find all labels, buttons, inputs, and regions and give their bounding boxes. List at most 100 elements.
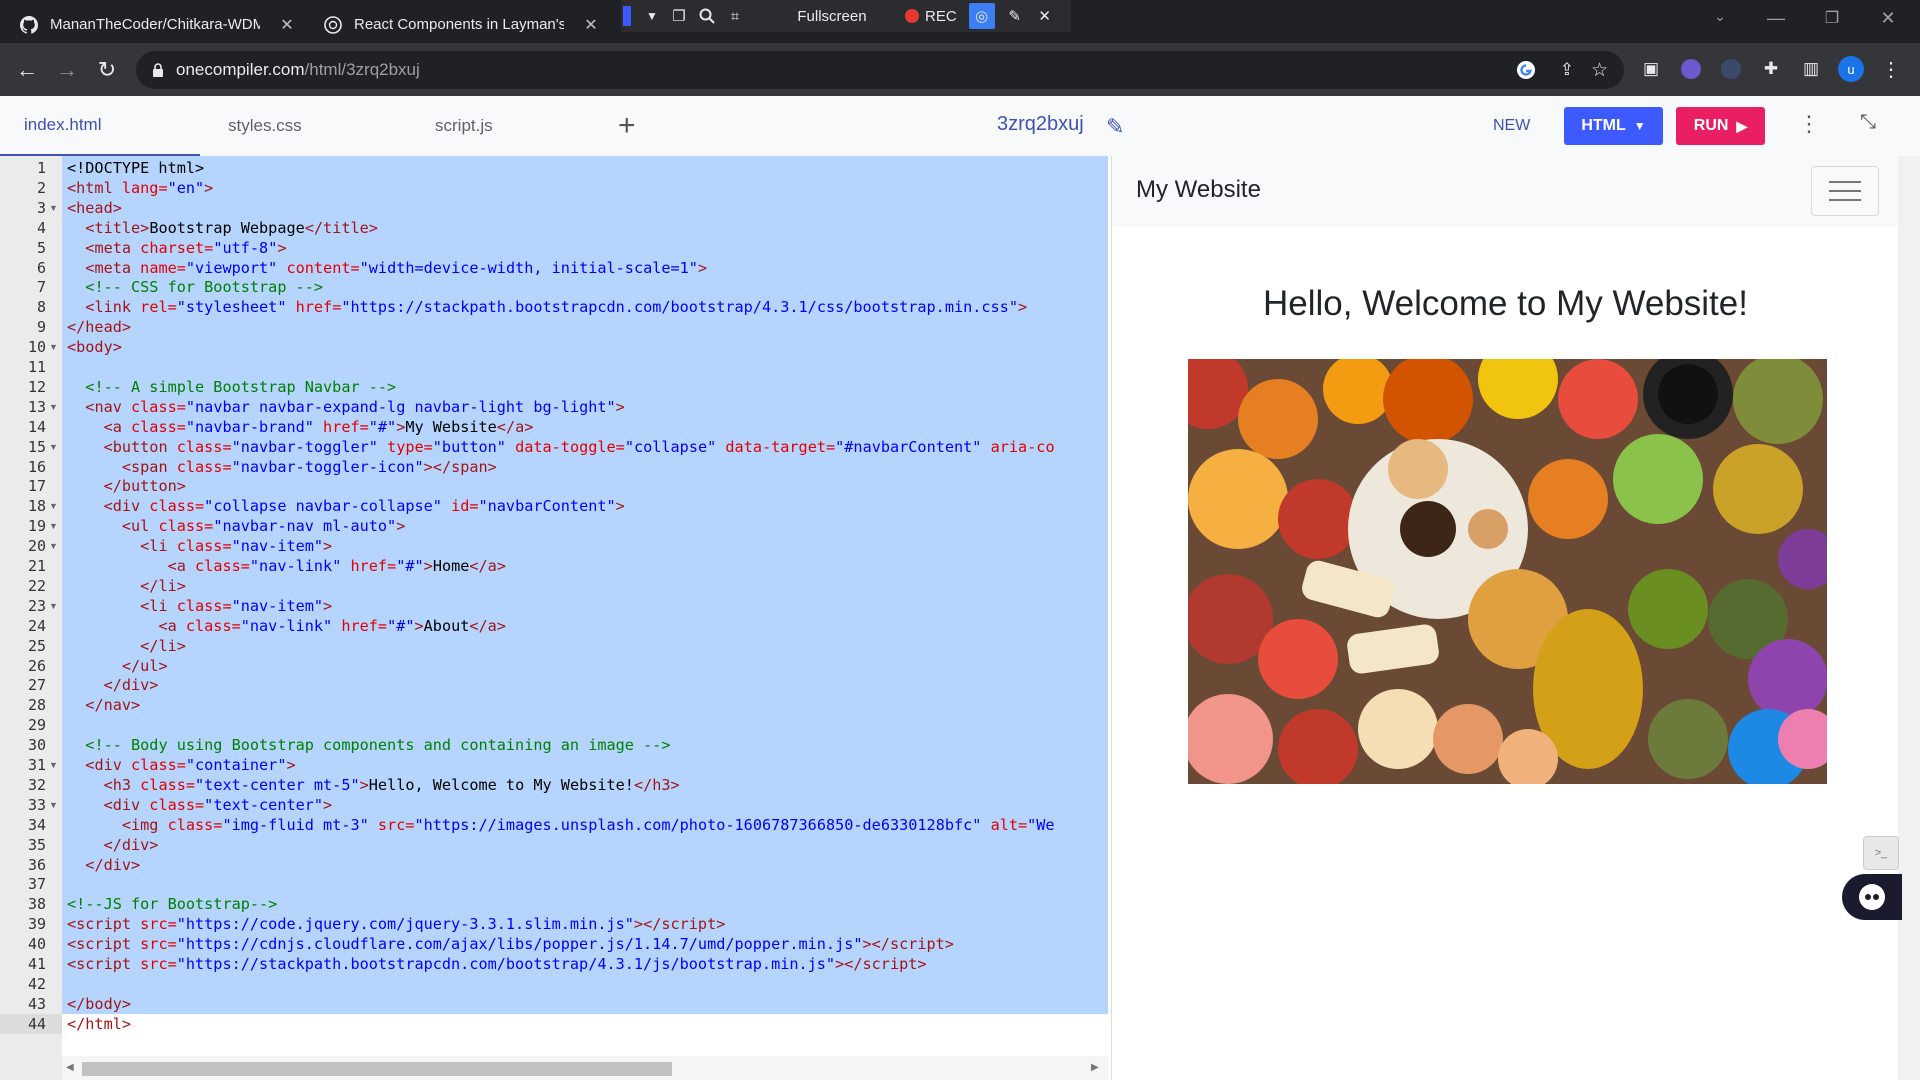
- side-panel-icon[interactable]: ▥: [1798, 56, 1824, 82]
- browser-menu-icon[interactable]: ⋮: [1878, 56, 1904, 82]
- tab-styles-css[interactable]: styles.css: [228, 96, 302, 156]
- play-icon: ▶: [1736, 117, 1748, 134]
- vertical-scrollbar[interactable]: [1898, 156, 1920, 1080]
- scroll-left-icon[interactable]: ◀: [66, 1062, 74, 1073]
- profile-avatar[interactable]: u: [1838, 56, 1864, 82]
- reload-icon[interactable]: ↻: [92, 55, 122, 85]
- fold-arrow-icon[interactable]: ▼: [49, 198, 59, 218]
- line-number: 18: [27, 497, 46, 516]
- line-number: 29: [27, 716, 46, 735]
- line-number: 19: [27, 517, 46, 536]
- capture-tab-sliver: [623, 6, 631, 26]
- record-button[interactable]: REC: [925, 8, 957, 25]
- line-number-gutter: 1 2 3 ▼ 4 5 6 7 8 9 10 ▼ 11 12 13 ▼ 14 15 ▼ 16 17 18 ▼ 19 ▼ 20 ▼ 21…: [0, 156, 62, 1080]
- code-line: <title>Bootstrap Webpage</title>: [85, 218, 378, 237]
- cast-icon[interactable]: ▣: [1638, 56, 1664, 82]
- more-options-icon[interactable]: ⋮: [1798, 111, 1820, 137]
- window-icon[interactable]: ❐: [665, 7, 693, 25]
- fold-arrow-icon[interactable]: ▼: [49, 337, 59, 357]
- close-tab-icon[interactable]: ✕: [582, 15, 600, 35]
- camera-icon[interactable]: ◎: [968, 3, 995, 29]
- fold-arrow-icon[interactable]: ▼: [49, 437, 59, 457]
- code-editor[interactable]: 1 2 3 ▼ 4 5 6 7 8 9 10 ▼ 11 12 13 ▼ 14 15 ▼ 16 17 18 ▼ 19 ▼ 20 ▼ 21…: [0, 156, 1108, 1080]
- new-button[interactable]: NEW: [1493, 117, 1530, 135]
- editor-header: index.html styles.css script.js + 3zrq2b…: [0, 96, 1920, 156]
- fullscreen-button[interactable]: Fullscreen: [777, 8, 887, 25]
- extension-k-icon[interactable]: [1718, 56, 1744, 82]
- line-number: 26: [27, 656, 46, 675]
- line-number: 44: [0, 1013, 62, 1034]
- address-bar[interactable]: onecompiler.com/html/3zrq2bxuj ⇪ ☆: [136, 51, 1624, 89]
- fold-arrow-icon[interactable]: ▼: [49, 596, 59, 616]
- line-number: 16: [27, 457, 46, 476]
- terminal-widget-icon[interactable]: >_: [1863, 836, 1899, 870]
- code-line: <script src="https://stackpath.bootstrap…: [67, 955, 927, 973]
- line-number: 2: [36, 178, 46, 197]
- google-icon[interactable]: [1516, 60, 1536, 80]
- code-line: <li class="nav-item">: [140, 537, 333, 556]
- code-line: </div>: [85, 855, 141, 874]
- code-line: <nav class="navbar navbar-expand-lg navb…: [85, 397, 625, 416]
- scroll-right-icon[interactable]: ▶: [1091, 1062, 1099, 1073]
- navbar-brand[interactable]: My Website: [1136, 176, 1261, 204]
- line-number: 25: [27, 636, 46, 655]
- code-line: <!-- Body using Bootstrap components and…: [85, 736, 671, 755]
- preview-heading: Hello, Welcome to My Website!: [1263, 284, 1748, 323]
- share-icon[interactable]: ⇪: [1560, 60, 1574, 80]
- line-number: 36: [27, 855, 46, 874]
- code-line: </body>: [67, 994, 132, 1013]
- line-number: 1: [36, 159, 46, 177]
- bookmark-star-icon[interactable]: ☆: [1591, 59, 1608, 82]
- browser-toolbar: ← → ↻ onecompiler.com/html/3zrq2bxuj ⇪ ☆…: [0, 43, 1920, 96]
- code-line: <div class="container">: [85, 756, 296, 774]
- assistant-bot-icon[interactable]: [1842, 874, 1902, 920]
- close-window-icon[interactable]: ✕: [1874, 8, 1902, 29]
- lock-icon: [152, 63, 164, 77]
- edit-pencil-icon[interactable]: ✎: [1106, 114, 1124, 140]
- tab-script-js[interactable]: script.js: [435, 96, 493, 156]
- browser-tab-github[interactable]: MananTheCoder/Chitkara-WDM ✕: [8, 6, 308, 43]
- fold-arrow-icon[interactable]: ▼: [49, 496, 59, 516]
- horizontal-scrollbar-thumb[interactable]: [82, 1062, 672, 1076]
- line-number: 13: [27, 397, 46, 416]
- fold-arrow-icon[interactable]: ▼: [49, 795, 59, 815]
- extensions-puzzle-icon[interactable]: ✚: [1758, 56, 1784, 82]
- close-capture-icon[interactable]: ✕: [1033, 7, 1057, 25]
- minimize-icon[interactable]: —: [1762, 8, 1790, 29]
- zoom-icon[interactable]: [693, 8, 721, 24]
- dropdown-icon[interactable]: ▼: [639, 9, 665, 23]
- fold-arrow-icon[interactable]: ▼: [49, 755, 59, 775]
- code-line: <link rel="stylesheet" href="https://sta…: [85, 298, 1028, 317]
- fold-arrow-icon[interactable]: ▼: [49, 516, 59, 536]
- line-number: 28: [27, 696, 46, 715]
- crop-icon[interactable]: ⌗: [721, 8, 749, 25]
- forward-icon[interactable]: →: [52, 55, 82, 85]
- food-spread-image: [1188, 359, 1827, 784]
- fold-arrow-icon[interactable]: ▼: [49, 397, 59, 417]
- navbar-toggler-button[interactable]: [1811, 166, 1879, 216]
- restore-icon[interactable]: ❐: [1818, 8, 1846, 28]
- run-label: RUN: [1693, 117, 1729, 134]
- code-line: <a class="nav-link" href="#">Home</a>: [167, 557, 506, 575]
- tab-index-html[interactable]: index.html: [0, 96, 200, 156]
- code-line: <span class="navbar-toggler-icon"></span…: [121, 457, 497, 476]
- line-number: 3: [36, 198, 46, 217]
- close-tab-icon[interactable]: ✕: [278, 15, 296, 35]
- browser-tab-chatgpt[interactable]: React Components in Layman's ✕: [312, 6, 612, 43]
- tab-search-icon[interactable]: ⌄: [1706, 8, 1734, 25]
- line-number: 37: [27, 875, 46, 894]
- back-icon[interactable]: ←: [12, 55, 42, 85]
- fold-arrow-icon[interactable]: ▼: [49, 536, 59, 556]
- collapse-icon[interactable]: ⤡: [1856, 111, 1880, 134]
- project-name[interactable]: 3zrq2bxuj: [997, 113, 1084, 136]
- pen-icon[interactable]: ✎: [1003, 7, 1027, 25]
- add-file-icon[interactable]: +: [618, 109, 636, 143]
- extension-bot-icon[interactable]: [1678, 56, 1704, 82]
- code-line: <html lang="en">: [67, 178, 214, 197]
- line-number: 8: [36, 298, 46, 317]
- code-line: <!-- A simple Bootstrap Navbar -->: [85, 377, 397, 396]
- line-number: 4: [36, 218, 46, 237]
- run-button[interactable]: RUN ▶: [1676, 107, 1765, 145]
- language-select-button[interactable]: HTML ▼: [1564, 107, 1663, 145]
- line-number: 9: [36, 318, 46, 337]
